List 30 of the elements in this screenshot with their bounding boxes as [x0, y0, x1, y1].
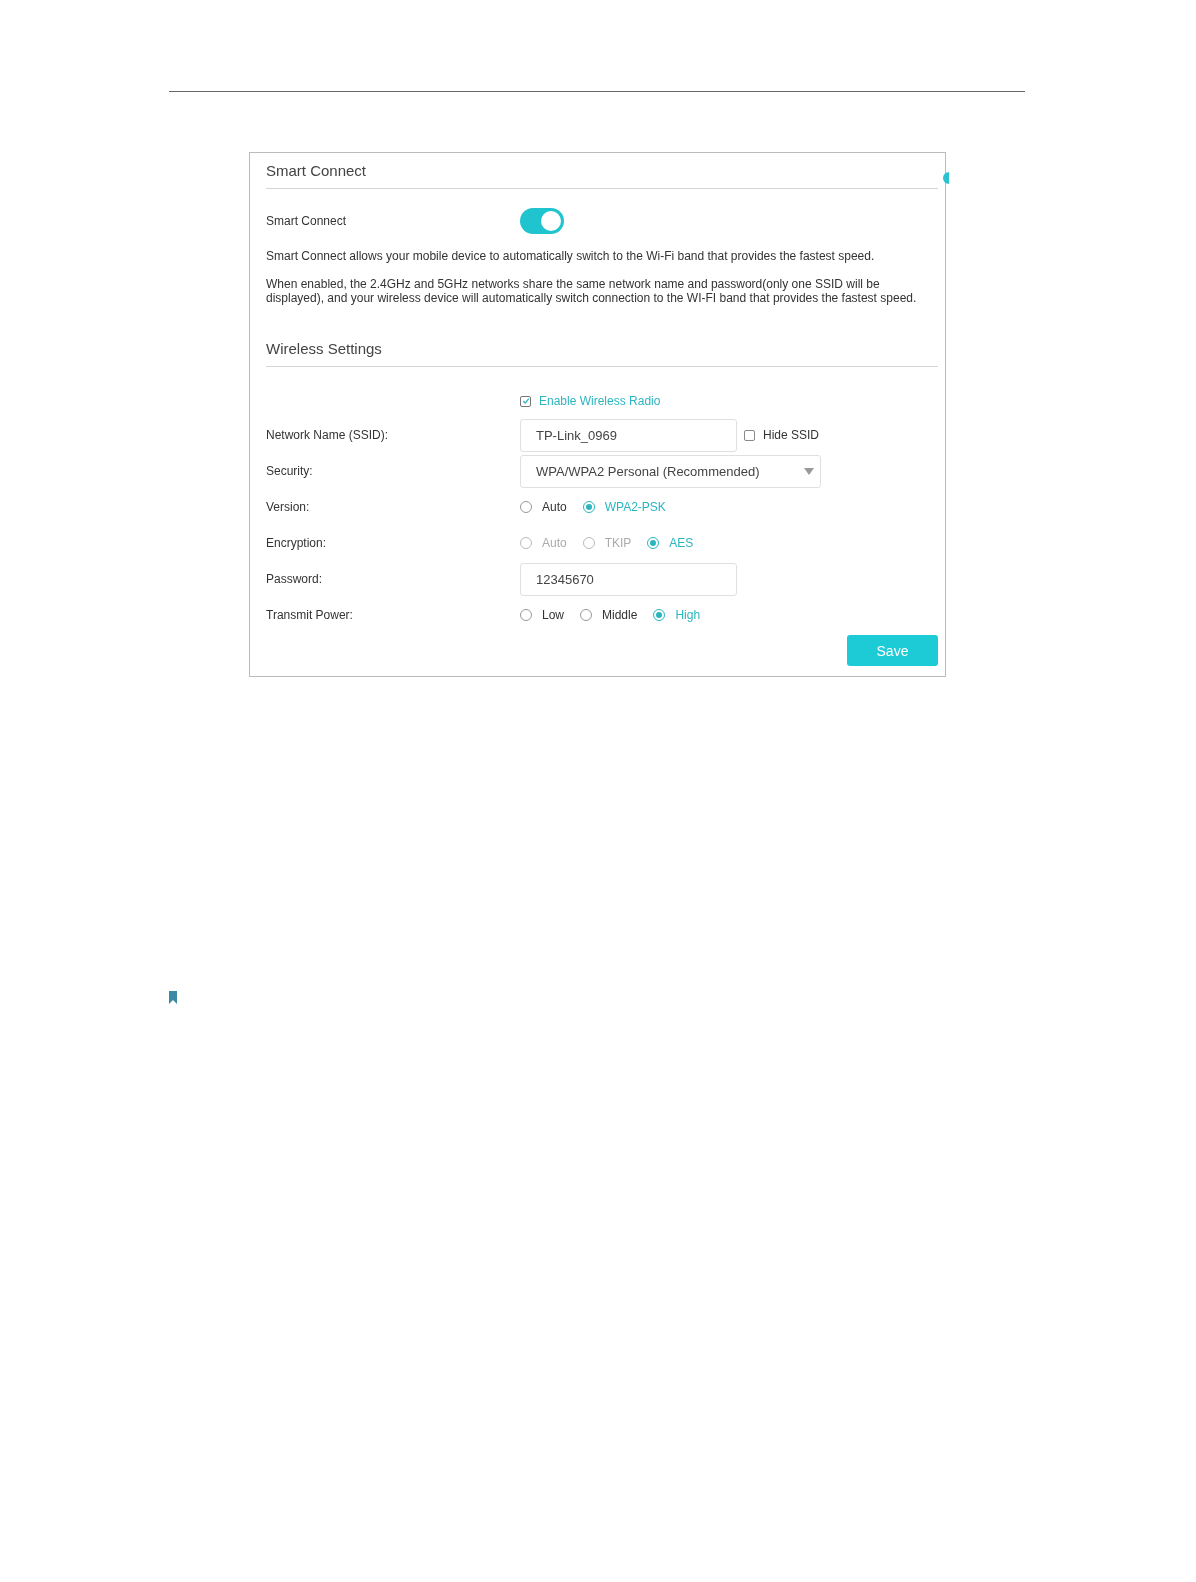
field-label: Encryption: [266, 536, 328, 550]
section-title: Smart Connect [266, 161, 368, 181]
radio-label: AES [669, 536, 694, 550]
radio-label: Low [542, 608, 564, 622]
field-label: Smart Connect [266, 214, 348, 228]
section-title: Wireless Settings [266, 339, 383, 359]
radio-label: Middle [602, 608, 638, 622]
input-field[interactable]: 12345670 [520, 562, 737, 596]
toggle-switch[interactable] [520, 208, 564, 234]
field-label: Transmit Power: [266, 608, 354, 622]
radio-label: TKIP [604, 536, 632, 550]
input-field[interactable]: TP-Link_0969 [520, 418, 737, 452]
description-text: Smart Connect allows your mobile device to automatically switch to the Wi-Fi band that provides the fastest speed. [266, 249, 876, 263]
checkbox[interactable] [744, 429, 755, 441]
radio-label: High [675, 608, 701, 622]
field-label: Password: [266, 572, 324, 586]
description-text: When enabled, the 2.4GHz and 5GHz networks share the same network name and password(only one SSID will be displayed), and your wireless device will automatically switch connection to the WI-FI band that provides the fastest speed. [266, 277, 918, 305]
edge-marker-icon [943, 172, 949, 184]
field-label: Version: [266, 500, 311, 514]
radio-label: Auto [542, 500, 567, 514]
radio-label: Auto [542, 536, 567, 550]
checkbox-label: Enable Wireless Radio [539, 394, 661, 408]
checkbox[interactable] [520, 395, 531, 407]
bookmark-icon [169, 991, 177, 1004]
dropdown[interactable]: WPA/WPA2 Personal (Recommended) [520, 454, 821, 488]
field-label: Security: [266, 464, 314, 478]
checkbox-label: Hide SSID [763, 428, 820, 442]
caret-icon [804, 467, 814, 475]
field-label: Network Name (SSID): [266, 428, 390, 442]
radio-label: WPA2-PSK [604, 500, 666, 514]
